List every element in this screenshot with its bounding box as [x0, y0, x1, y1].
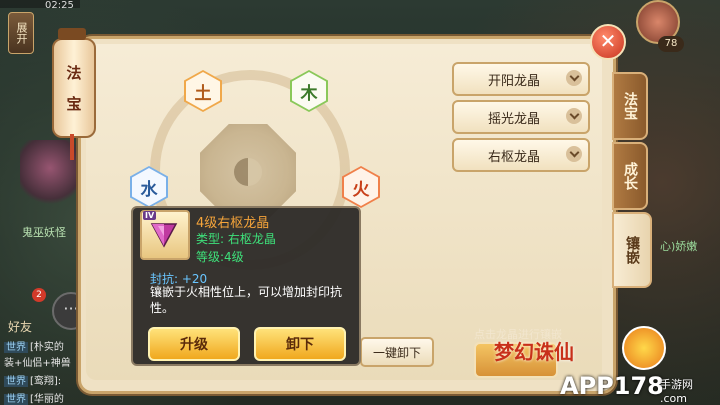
- chevron-down-icon: [566, 146, 582, 162]
- lantern-char-1: 法: [66, 64, 82, 82]
- chat-line[interactable]: 装+仙侣+神兽: [4, 354, 71, 369]
- tab-growth[interactable]: 成长: [612, 142, 648, 210]
- watermark-site: 手游网 .com: [660, 378, 693, 405]
- lantern-char-2: 宝: [66, 95, 82, 113]
- chat-line[interactable]: 世界 [鸾翔]:: [4, 372, 61, 387]
- slot-yaoguang[interactable]: 摇光龙晶: [452, 100, 590, 134]
- remove-button[interactable]: 卸下: [254, 327, 346, 361]
- friend-label: 好友: [8, 320, 33, 334]
- lantern-cap: [58, 28, 86, 40]
- item-type: 类型: 右枢龙晶: [196, 232, 276, 246]
- upgrade-button[interactable]: 升级: [148, 327, 240, 361]
- player-name-label: 心)娇嫩: [660, 240, 698, 253]
- lantern-tassel: [70, 134, 74, 160]
- clock: 02:25: [45, 0, 74, 11]
- gem-level-badge: IV: [143, 211, 157, 220]
- lantern-title: 法 宝: [52, 38, 96, 138]
- close-button[interactable]: ✕: [590, 24, 626, 60]
- watermark-app: APP178: [560, 372, 664, 400]
- tab-inlay[interactable]: 镶嵌: [612, 212, 652, 288]
- slot-kaiyang[interactable]: 开阳龙晶: [452, 62, 590, 96]
- tab-treasure[interactable]: 法宝: [612, 72, 648, 140]
- game-logo-text: 梦幻诛仙: [494, 340, 574, 364]
- expand-button[interactable]: 展开: [8, 12, 34, 54]
- unload-all-button[interactable]: 一键卸下: [360, 337, 434, 367]
- chevron-down-icon: [566, 108, 582, 124]
- chat-line[interactable]: 世界 [朴实的: [4, 338, 64, 353]
- player-level-badge: 78: [658, 36, 684, 52]
- item-title: 4级右枢龙晶: [196, 216, 270, 231]
- watermark-logo-icon: [622, 326, 666, 370]
- chevron-down-icon: [566, 70, 582, 86]
- chat-line[interactable]: 世界 [华丽的: [4, 390, 64, 405]
- yinyang-icon: [234, 158, 262, 186]
- friend-notification-badge: 2: [32, 288, 46, 302]
- item-level: 等级:4级: [196, 250, 244, 264]
- item-description: 镶嵌于火相性位上，可以增加封印抗性。: [150, 285, 343, 315]
- monster-name: 鬼巫妖怪: [22, 226, 66, 239]
- slot-youshu[interactable]: 右枢龙晶: [452, 138, 590, 172]
